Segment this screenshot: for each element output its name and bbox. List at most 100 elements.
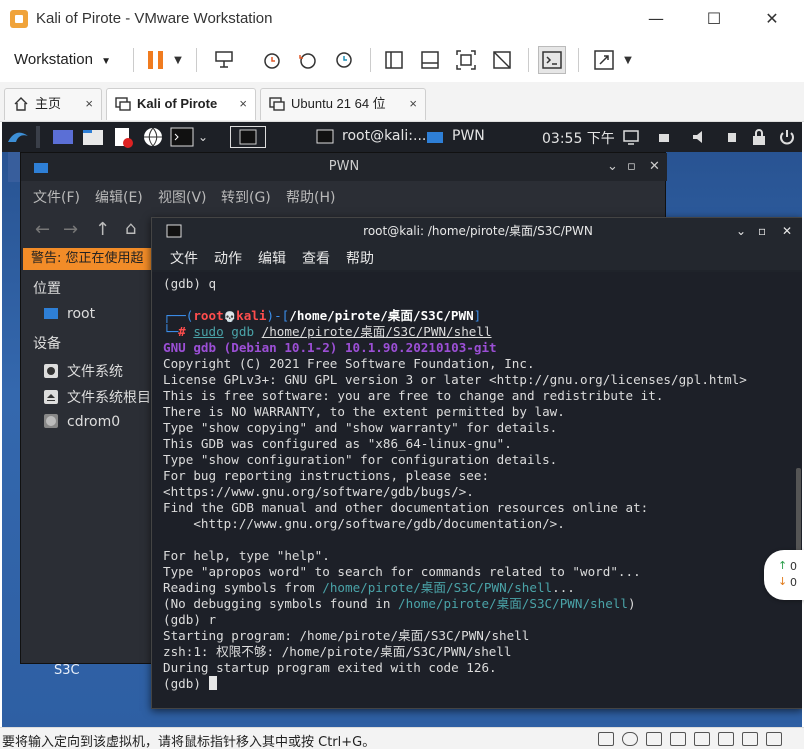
sound-card-icon[interactable] [694, 732, 710, 746]
guest-screen[interactable]: ⌄ root@kali:... PWN 03:55 下午 S3C PWN ⌄ ▫… [2, 122, 802, 727]
terminal-line: Starting program: /home/pirote/桌面/S3C/PW… [163, 628, 530, 643]
send-ctrl-alt-del-icon[interactable] [210, 46, 238, 74]
notification-icon[interactable] [656, 126, 672, 148]
terminal-line: Copyright (C) 2021 Free Software Foundat… [163, 356, 535, 371]
fm-menu-file[interactable]: 文件(F) [33, 187, 80, 207]
home-icon[interactable]: ⌂ [125, 218, 136, 239]
stretch-dropdown-chevron-icon[interactable]: ▼ [618, 46, 638, 74]
revert-snapshot-icon[interactable] [294, 46, 322, 74]
forward-arrow-icon[interactable]: → [63, 219, 78, 240]
toolbar-divider [370, 48, 371, 72]
taskbar-pwn-item[interactable]: PWN [452, 128, 485, 144]
fm-maximize-button[interactable]: ▫ [627, 153, 636, 181]
chevron-down-icon: ▼ [101, 56, 111, 67]
sidebar-item-filesystem[interactable]: 文件系统 [43, 361, 123, 381]
browser-launcher-icon[interactable] [142, 126, 164, 148]
tab-ubuntu[interactable]: Ubuntu 21 64 位 × [260, 88, 426, 120]
terminal-window: root@kali: /home/pirote/桌面/S3C/PWN ⌄ ▫ ✕… [151, 217, 802, 709]
toolbar-divider [196, 48, 197, 72]
terminal-menu-view[interactable]: 查看 [302, 248, 330, 268]
network-speed-widget[interactable]: ↑ 0 ↓ 0 [764, 550, 804, 600]
sidebar-item-root[interactable]: root [43, 305, 95, 322]
power-icon[interactable] [778, 126, 796, 148]
fm-title: PWN [328, 159, 360, 174]
launcher-dropdown-chevron-icon[interactable]: ⌄ [198, 126, 210, 148]
taskbar-terminal-item[interactable]: root@kali:... [342, 128, 426, 144]
workstation-menu[interactable]: Workstation ▼ [8, 46, 117, 74]
terminal-line: During startup program exited with code … [163, 660, 497, 675]
tab-ubuntu-close-icon[interactable]: × [409, 89, 417, 119]
display-device-icon[interactable] [742, 732, 758, 746]
text-editor-launcher-icon[interactable] [112, 126, 134, 148]
terminal-launcher-icon[interactable] [170, 126, 194, 148]
kali-top-panel: ⌄ root@kali:... PWN 03:55 下午 [2, 122, 802, 152]
desktop-icon-label[interactable]: S3C [54, 663, 80, 678]
terminal-menu-edit[interactable]: 编辑 [258, 248, 286, 268]
terminal-line: License GPLv3+: GNU GPL version 3 or lat… [163, 372, 747, 387]
maximize-button[interactable]: ☐ [694, 6, 734, 32]
sidebar-item-label: root [67, 306, 96, 322]
printer-icon[interactable] [718, 732, 734, 746]
network-adapter-icon[interactable] [646, 732, 662, 746]
line-path: /home/pirote/桌面/S3C/PWN/shell [398, 596, 628, 611]
stretch-guest-icon[interactable] [590, 46, 618, 74]
tab-home-label: 主页 [35, 96, 62, 111]
show-desktop-icon[interactable] [52, 126, 74, 148]
terminal-menubar: 文件 动作 编辑 查看 帮助 [152, 244, 802, 270]
tab-kali-close-icon[interactable]: × [239, 89, 247, 119]
thumbnail-bar-icon[interactable] [416, 46, 444, 74]
fm-menu-view[interactable]: 视图(V) [158, 187, 207, 207]
terminal-output[interactable]: (gdb) q ┌──(root💀kali)-[/home/pirote/桌面/S… [152, 272, 802, 708]
network-icon[interactable] [724, 126, 740, 148]
folder-task-icon [426, 126, 444, 148]
fm-menu-go[interactable]: 转到(G) [221, 187, 271, 207]
unity-icon[interactable] [488, 46, 516, 74]
tab-home[interactable]: 主页 × [4, 88, 102, 120]
tab-home-close-icon[interactable]: × [85, 89, 93, 119]
back-arrow-icon[interactable]: ← [35, 219, 50, 240]
terminal-minimize-button[interactable]: ⌄ [736, 218, 746, 244]
terminal-maximize-button[interactable]: ▫ [758, 218, 766, 244]
fm-menu-help[interactable]: 帮助(H) [286, 187, 335, 207]
eject-drive-icon [44, 390, 58, 404]
vmware-toolbar: Workstation ▼ ▼ ▼ [0, 38, 804, 82]
volume-icon[interactable] [690, 126, 710, 148]
pause-icon[interactable] [142, 46, 170, 74]
terminal-line: Type "apropos word" to search for comman… [163, 564, 641, 579]
fm-close-button[interactable]: ✕ [649, 153, 660, 181]
line-text: Reading symbols from [163, 580, 323, 595]
toolbar-divider [133, 48, 134, 72]
usb-icon[interactable] [670, 732, 686, 746]
terminal-menu-action[interactable]: 动作 [214, 248, 242, 268]
close-window-button[interactable]: ✕ [752, 6, 792, 32]
workspace-switcher[interactable] [230, 126, 266, 148]
file-manager-launcher-icon[interactable] [82, 126, 104, 148]
terminal-menu-help[interactable]: 帮助 [346, 248, 374, 268]
snapshot-manager-icon[interactable] [330, 46, 358, 74]
devices-header: 设备 [33, 336, 61, 352]
message-log-icon[interactable] [766, 732, 782, 746]
terminal-close-button[interactable]: ✕ [782, 218, 792, 244]
minimize-button[interactable]: — [636, 6, 676, 32]
cd-drive-icon[interactable] [622, 732, 638, 746]
sidebar-item-filesystem-root[interactable]: 文件系统根目 [43, 387, 151, 407]
terminal-menu-file[interactable]: 文件 [170, 248, 198, 268]
display-icon[interactable] [622, 126, 640, 148]
vm-icon [269, 97, 285, 111]
show-library-icon[interactable] [380, 46, 408, 74]
kali-menu-icon[interactable] [6, 126, 30, 148]
panel-separator [36, 126, 40, 148]
power-dropdown-chevron-icon[interactable]: ▼ [168, 46, 188, 74]
panel-clock[interactable]: 03:55 下午 [542, 128, 615, 148]
sidebar-item-cdrom0[interactable]: cdrom0 [43, 413, 120, 430]
console-view-icon[interactable] [538, 46, 566, 74]
snapshot-icon[interactable] [258, 46, 286, 74]
fm-minimize-button[interactable]: ⌄ [607, 153, 618, 181]
fm-menu-edit[interactable]: 编辑(E) [95, 187, 143, 207]
lock-icon[interactable] [750, 126, 768, 148]
hard-disk-icon[interactable] [598, 732, 614, 746]
line-text: ... [552, 580, 575, 595]
full-screen-icon[interactable] [452, 46, 480, 74]
up-arrow-icon[interactable]: ↑ [95, 219, 110, 240]
tab-kali-of-pirote[interactable]: Kali of Pirote × [106, 88, 256, 120]
